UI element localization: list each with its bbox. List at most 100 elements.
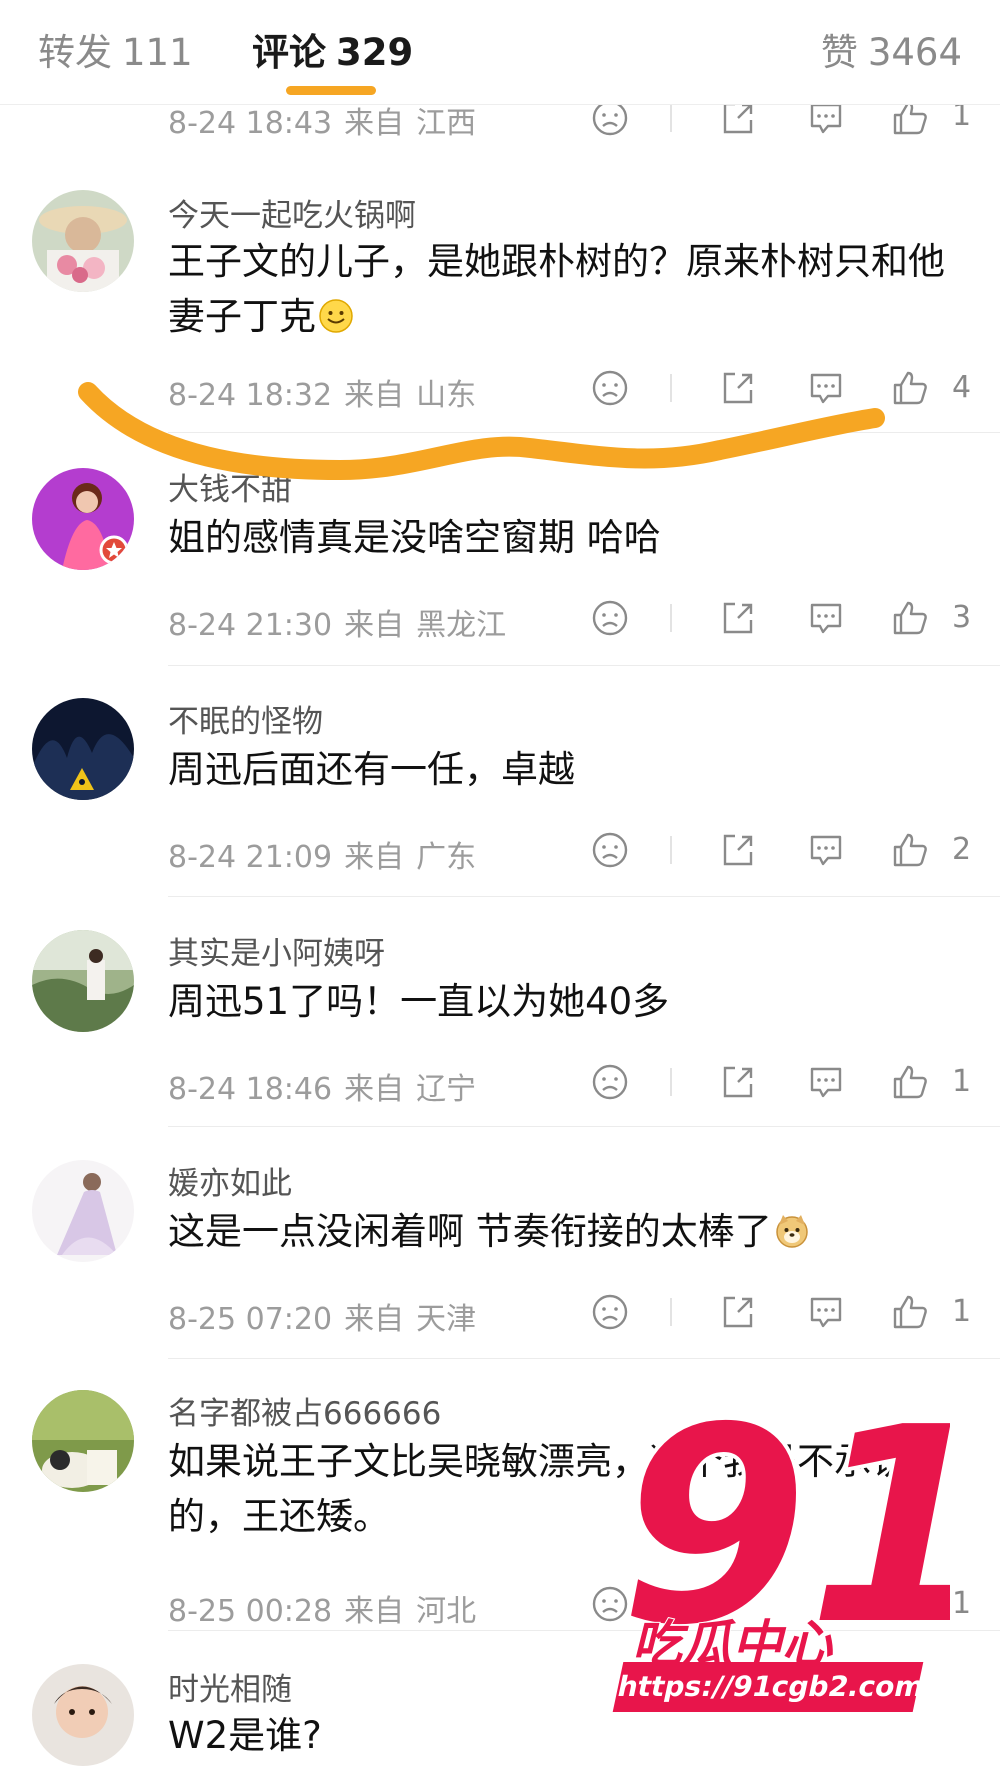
like-icon[interactable] [890,830,930,870]
comment-actions [590,368,970,408]
comment-from: 来自 [344,840,405,875]
tab-count: 329 [336,31,414,74]
comment-location: 辽宁 [416,1072,477,1107]
comment-time: 8-25 00:28 [168,1594,333,1629]
divider [670,836,672,864]
active-tab-indicator [286,86,376,95]
comment-item: 其实是小阿姨呀 周迅51了吗！一直以为她40多 8-24 18:46 来自 辽宁 1 [0,928,1000,1108]
comment-meta: 8-25 07:20 来自 天津 [168,1294,476,1338]
comment-time: 8-24 18:46 [168,1072,333,1107]
tab-likes[interactable]: 赞 3464 [821,22,962,76]
comment-location: 黑龙江 [416,608,507,643]
reply-icon[interactable] [806,1292,846,1332]
tab-bar: 转发 111 评论 329 赞 3464 [0,0,1000,105]
comment-text: 周迅后面还有一任，卓越 [168,742,958,797]
share-icon[interactable] [718,368,758,408]
comment-username[interactable]: 大钱不甜 [168,464,292,509]
like-icon[interactable] [890,368,930,408]
share-icon[interactable] [718,1292,758,1332]
comment-text-content: 王子文的儿子，是她跟朴树的？原来朴树只和他妻子丁克 [168,240,945,338]
comment-text: 姐的感情真是没啥空窗期 哈哈 [168,510,958,565]
comment-from: 来自 [344,1072,405,1107]
avatar[interactable] [32,698,134,800]
comment-text-content: 周迅后面还有一任，卓越 [168,748,575,791]
comment-username[interactable]: 今天一起吃火锅啊 [168,190,416,235]
comment-text: 王子文的儿子，是她跟朴树的？原来朴树只和他妻子丁克 [168,234,958,344]
dislike-icon[interactable] [590,1062,630,1102]
comment-username[interactable]: 不眠的怪物 [168,696,323,741]
avatar[interactable] [32,1160,134,1262]
like-icon[interactable] [890,598,930,638]
comment-actions [590,1292,970,1332]
comment-from: 来自 [344,378,405,413]
reply-icon[interactable] [806,1062,846,1102]
comment-location: 广东 [416,840,477,875]
comment-item: 不眠的怪物 周迅后面还有一任，卓越 8-24 21:09 来自 广东 2 [0,696,1000,876]
tab-label: 评论 [252,31,326,74]
comment-text: 周迅51了吗！一直以为她40多 [168,974,958,1029]
separator [168,432,1000,433]
divider [670,104,672,132]
dislike-icon[interactable] [590,598,630,638]
tab-count: 3464 [867,31,962,74]
tab-label: 转发 [38,31,112,74]
comment-from: 来自 [344,608,405,643]
tab-comments[interactable]: 评论 329 [252,22,413,76]
reply-icon[interactable] [806,368,846,408]
comment-from: 来自 [344,106,405,141]
share-icon[interactable] [718,1062,758,1102]
avatar[interactable] [32,1390,134,1492]
comment-text-content: W2是谁? [168,1714,322,1757]
watermark-url: https://91cgb2.com [612,1662,927,1712]
avatar[interactable] [32,190,134,292]
separator [168,665,1000,666]
like-count: 4 [952,370,972,405]
comment-text-content: 这是一点没闲着啊 节奏衔接的太棒了 [168,1210,772,1253]
comment-username[interactable]: 媛亦如此 [168,1158,292,1203]
like-count: 3 [952,600,972,635]
comment-text-content: 姐的感情真是没啥空窗期 哈哈 [168,516,661,559]
dislike-icon[interactable] [590,368,630,408]
comment-username[interactable]: 其实是小阿姨呀 [168,928,385,973]
comment-from: 来自 [344,1594,405,1629]
divider [670,374,672,402]
comment-time: 8-24 18:32 [168,378,333,413]
divider [670,1298,672,1326]
comment-time: 8-25 07:20 [168,1302,333,1337]
avatar[interactable] [32,1664,134,1766]
comment-text-content: 周迅51了吗！一直以为她40多 [168,980,670,1023]
dislike-icon[interactable] [590,1292,630,1332]
comment-text: 这是一点没闲着啊 节奏衔接的太棒了 [168,1204,958,1259]
avatar[interactable] [32,468,134,570]
share-icon[interactable] [718,830,758,870]
comment-time: 8-24 21:09 [168,840,333,875]
comment-meta: 8-25 00:28 来自 河北 [168,1586,476,1630]
comment-location: 江西 [416,106,477,141]
like-icon[interactable] [890,1292,930,1332]
doge-emoji-icon [774,1209,810,1248]
avatar[interactable] [32,930,134,1032]
like-count: 2 [952,832,972,867]
tab-count: 111 [122,31,193,74]
dislike-icon[interactable] [590,830,630,870]
tab-reposts[interactable]: 转发 111 [38,22,193,76]
comment-item: 媛亦如此 这是一点没闲着啊 节奏衔接的太棒了 8-25 07:20 来自 天津 1 [0,1158,1000,1338]
reply-icon[interactable] [806,598,846,638]
like-count: 1 [952,1294,972,1329]
comment-time: 8-24 18:43 [168,106,333,141]
reply-icon[interactable] [806,830,846,870]
like-icon[interactable] [890,1062,930,1102]
separator [168,896,1000,897]
comment-location: 山东 [416,378,477,413]
separator [168,1126,1000,1127]
comment-meta: 8-24 21:30 来自 黑龙江 [168,600,506,644]
separator [168,1358,1000,1359]
comment-username[interactable]: 名字都被占666666 [168,1388,441,1433]
comment-time: 8-24 21:30 [168,608,333,643]
comment-meta: 8-24 18:32 来自 山东 [168,370,476,414]
comment-username[interactable]: 时光相随 [168,1664,292,1709]
share-icon[interactable] [718,598,758,638]
comment-from: 来自 [344,1302,405,1337]
comment-actions [590,1062,970,1102]
smile-emoji-icon [318,294,354,333]
